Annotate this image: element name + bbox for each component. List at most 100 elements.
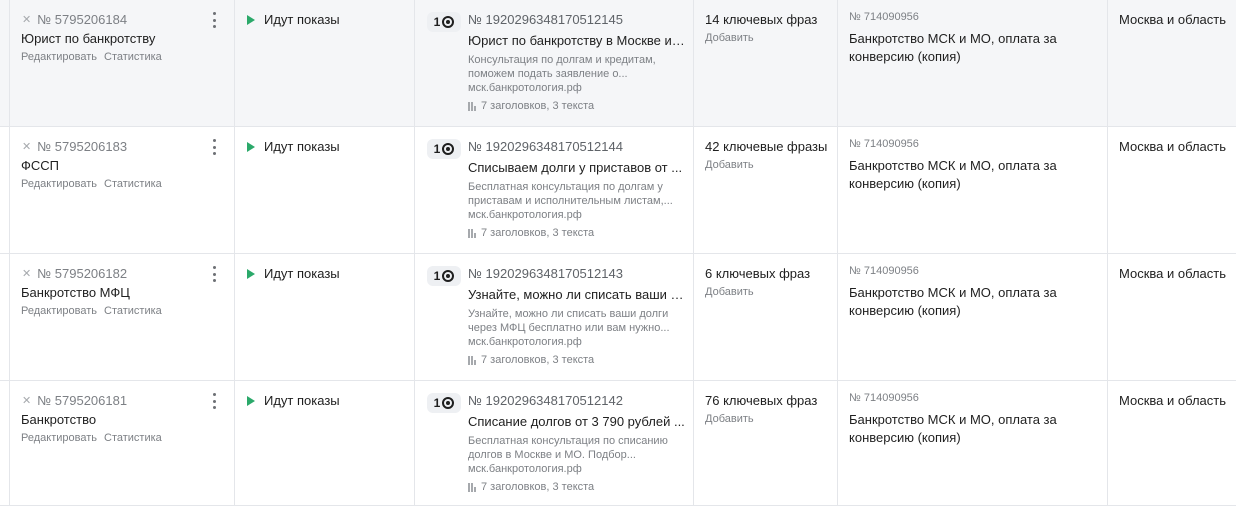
ad-title[interactable]: Юрист по банкротству в Москве и ... bbox=[468, 33, 686, 48]
group-cell: ✕ № 5795206184 Юрист по банкротству Реда… bbox=[9, 0, 235, 126]
ad-count-badge[interactable]: 1 bbox=[427, 12, 461, 32]
edit-link[interactable]: Редактировать bbox=[21, 51, 97, 63]
group-id: ✕ № 5795206183 bbox=[22, 139, 127, 154]
ad-count: 1 bbox=[433, 15, 441, 29]
group-id-text: № 5795206182 bbox=[37, 266, 128, 281]
statistics-link[interactable]: Статистика bbox=[104, 305, 162, 317]
assets-icon bbox=[468, 482, 476, 492]
more-menu-icon[interactable] bbox=[207, 391, 221, 411]
status-badge: Идут показы bbox=[247, 139, 340, 154]
region-text: Москва и область bbox=[1119, 266, 1227, 281]
campaign-name[interactable]: Банкротство МСК и МО, оплата за конверси… bbox=[849, 411, 1079, 447]
table-row: ✕ № 5795206184 Юрист по банкротству Реда… bbox=[0, 0, 1236, 127]
ad-meta: 7 заголовков, 3 текста bbox=[468, 227, 594, 239]
ad-cell: 1 № 1920296348170512145 Юрист по банкрот… bbox=[415, 0, 694, 126]
ad-groups-table: ✕ № 5795206184 Юрист по банкротству Реда… bbox=[0, 0, 1236, 506]
campaign-name[interactable]: Банкротство МСК и МО, оплата за конверси… bbox=[849, 284, 1079, 320]
add-keywords-link[interactable]: Добавить bbox=[705, 286, 754, 298]
add-keywords-link[interactable]: Добавить bbox=[705, 413, 754, 425]
ad-id: № 1920296348170512142 bbox=[468, 393, 623, 408]
status-text: Идут показы bbox=[264, 266, 340, 281]
keywords-count[interactable]: 6 ключевых фраз bbox=[705, 266, 810, 281]
campaign-cell: № 714090956 Банкротство МСК и МО, оплата… bbox=[838, 254, 1108, 380]
keywords-count[interactable]: 76 ключевых фраз bbox=[705, 393, 817, 408]
campaign-name[interactable]: Банкротство МСК и МО, оплата за конверси… bbox=[849, 157, 1079, 193]
status-badge: Идут показы bbox=[247, 393, 340, 408]
group-name[interactable]: ФССП bbox=[21, 158, 59, 173]
keywords-count[interactable]: 14 ключевых фраз bbox=[705, 12, 817, 27]
status-text: Идут показы bbox=[264, 12, 340, 27]
edit-link[interactable]: Редактировать bbox=[21, 178, 97, 190]
table-row: ✕ № 5795206183 ФССП Редактировать Статис… bbox=[0, 127, 1236, 254]
keywords-cell: 14 ключевых фраз Добавить bbox=[694, 0, 838, 126]
group-cell: ✕ № 5795206183 ФССП Редактировать Статис… bbox=[9, 127, 235, 253]
group-id: ✕ № 5795206182 bbox=[22, 266, 127, 281]
add-keywords-link[interactable]: Добавить bbox=[705, 32, 754, 44]
ad-count-badge[interactable]: 1 bbox=[427, 266, 461, 286]
more-menu-icon[interactable] bbox=[207, 10, 221, 30]
ad-count-badge[interactable]: 1 bbox=[427, 393, 461, 413]
group-links: Редактировать Статистика bbox=[21, 305, 162, 317]
add-keywords-link[interactable]: Добавить bbox=[705, 159, 754, 171]
statistics-link[interactable]: Статистика bbox=[104, 178, 162, 190]
edit-link[interactable]: Редактировать bbox=[21, 432, 97, 444]
statistics-link[interactable]: Статистика bbox=[104, 432, 162, 444]
campaign-cell: № 714090956 Банкротство МСК и МО, оплата… bbox=[838, 381, 1108, 505]
ad-title[interactable]: Узнайте, можно ли списать ваши д... bbox=[468, 287, 686, 302]
ad-cell: 1 № 1920296348170512143 Узнайте, можно л… bbox=[415, 254, 694, 380]
group-id-text: № 5795206184 bbox=[37, 12, 128, 27]
ad-title[interactable]: Списываем долги у приставов от ... bbox=[468, 160, 686, 175]
group-id-text: № 5795206183 bbox=[37, 139, 128, 154]
status-badge: Идут показы bbox=[247, 266, 340, 281]
group-cell: ✕ № 5795206181 Банкротство Редактировать… bbox=[9, 381, 235, 505]
ad-url: мск.банкротология.рф bbox=[468, 336, 582, 348]
ad-description: Консультация по долгам и кредитам, помож… bbox=[468, 54, 656, 80]
statistics-link[interactable]: Статистика bbox=[104, 51, 162, 63]
region-text: Москва и область bbox=[1119, 12, 1227, 27]
ad-count-badge[interactable]: 1 bbox=[427, 139, 461, 159]
ad-type-icon bbox=[442, 397, 455, 409]
campaign-cell: № 714090956 Банкротство МСК и МО, оплата… bbox=[838, 127, 1108, 253]
status-cell: Идут показы bbox=[235, 127, 415, 253]
ad-description: Узнайте, можно ли списать ваши долги чер… bbox=[468, 308, 670, 334]
group-name[interactable]: Юрист по банкротству bbox=[21, 31, 155, 46]
play-icon bbox=[247, 395, 255, 406]
more-menu-icon[interactable] bbox=[207, 264, 221, 284]
region-cell: Москва и область bbox=[1108, 381, 1236, 505]
ad-title[interactable]: Списание долгов от 3 790 рублей ... bbox=[468, 414, 686, 429]
group-name[interactable]: Банкротство МФЦ bbox=[21, 285, 130, 300]
group-type-icon: ✕ bbox=[22, 395, 32, 407]
group-name[interactable]: Банкротство bbox=[21, 412, 96, 427]
ad-url: мск.банкротология.рф bbox=[468, 463, 582, 475]
more-menu-icon[interactable] bbox=[207, 137, 221, 157]
ad-count: 1 bbox=[433, 396, 441, 410]
keywords-count[interactable]: 42 ключевые фразы bbox=[705, 139, 827, 154]
ad-type-icon bbox=[442, 270, 455, 282]
campaign-id: № 714090956 bbox=[849, 392, 919, 404]
ad-description: Бесплатная консультация по списанию долг… bbox=[468, 435, 668, 461]
group-cell: ✕ № 5795206182 Банкротство МФЦ Редактиро… bbox=[9, 254, 235, 380]
keywords-cell: 6 ключевых фраз Добавить bbox=[694, 254, 838, 380]
campaign-cell: № 714090956 Банкротство МСК и МО, оплата… bbox=[838, 0, 1108, 126]
ad-id: № 1920296348170512143 bbox=[468, 266, 623, 281]
ad-count: 1 bbox=[433, 269, 441, 283]
region-text: Москва и область bbox=[1119, 393, 1227, 408]
group-id: ✕ № 5795206184 bbox=[22, 12, 127, 27]
status-cell: Идут показы bbox=[235, 0, 415, 126]
ad-id: № 1920296348170512144 bbox=[468, 139, 623, 154]
keywords-cell: 42 ключевые фразы Добавить bbox=[694, 127, 838, 253]
region-cell: Москва и область bbox=[1108, 127, 1236, 253]
campaign-id: № 714090956 bbox=[849, 265, 919, 277]
group-type-icon: ✕ bbox=[22, 268, 32, 280]
play-icon bbox=[247, 14, 255, 25]
status-text: Идут показы bbox=[264, 393, 340, 408]
ad-type-icon bbox=[442, 16, 455, 28]
region-cell: Москва и область bbox=[1108, 0, 1236, 126]
campaign-name[interactable]: Банкротство МСК и МО, оплата за конверси… bbox=[849, 30, 1079, 66]
status-cell: Идут показы bbox=[235, 381, 415, 505]
edit-link[interactable]: Редактировать bbox=[21, 305, 97, 317]
campaign-id: № 714090956 bbox=[849, 11, 919, 23]
ad-cell: 1 № 1920296348170512142 Списание долгов … bbox=[415, 381, 694, 505]
group-links: Редактировать Статистика bbox=[21, 51, 162, 63]
campaign-id: № 714090956 bbox=[849, 138, 919, 150]
